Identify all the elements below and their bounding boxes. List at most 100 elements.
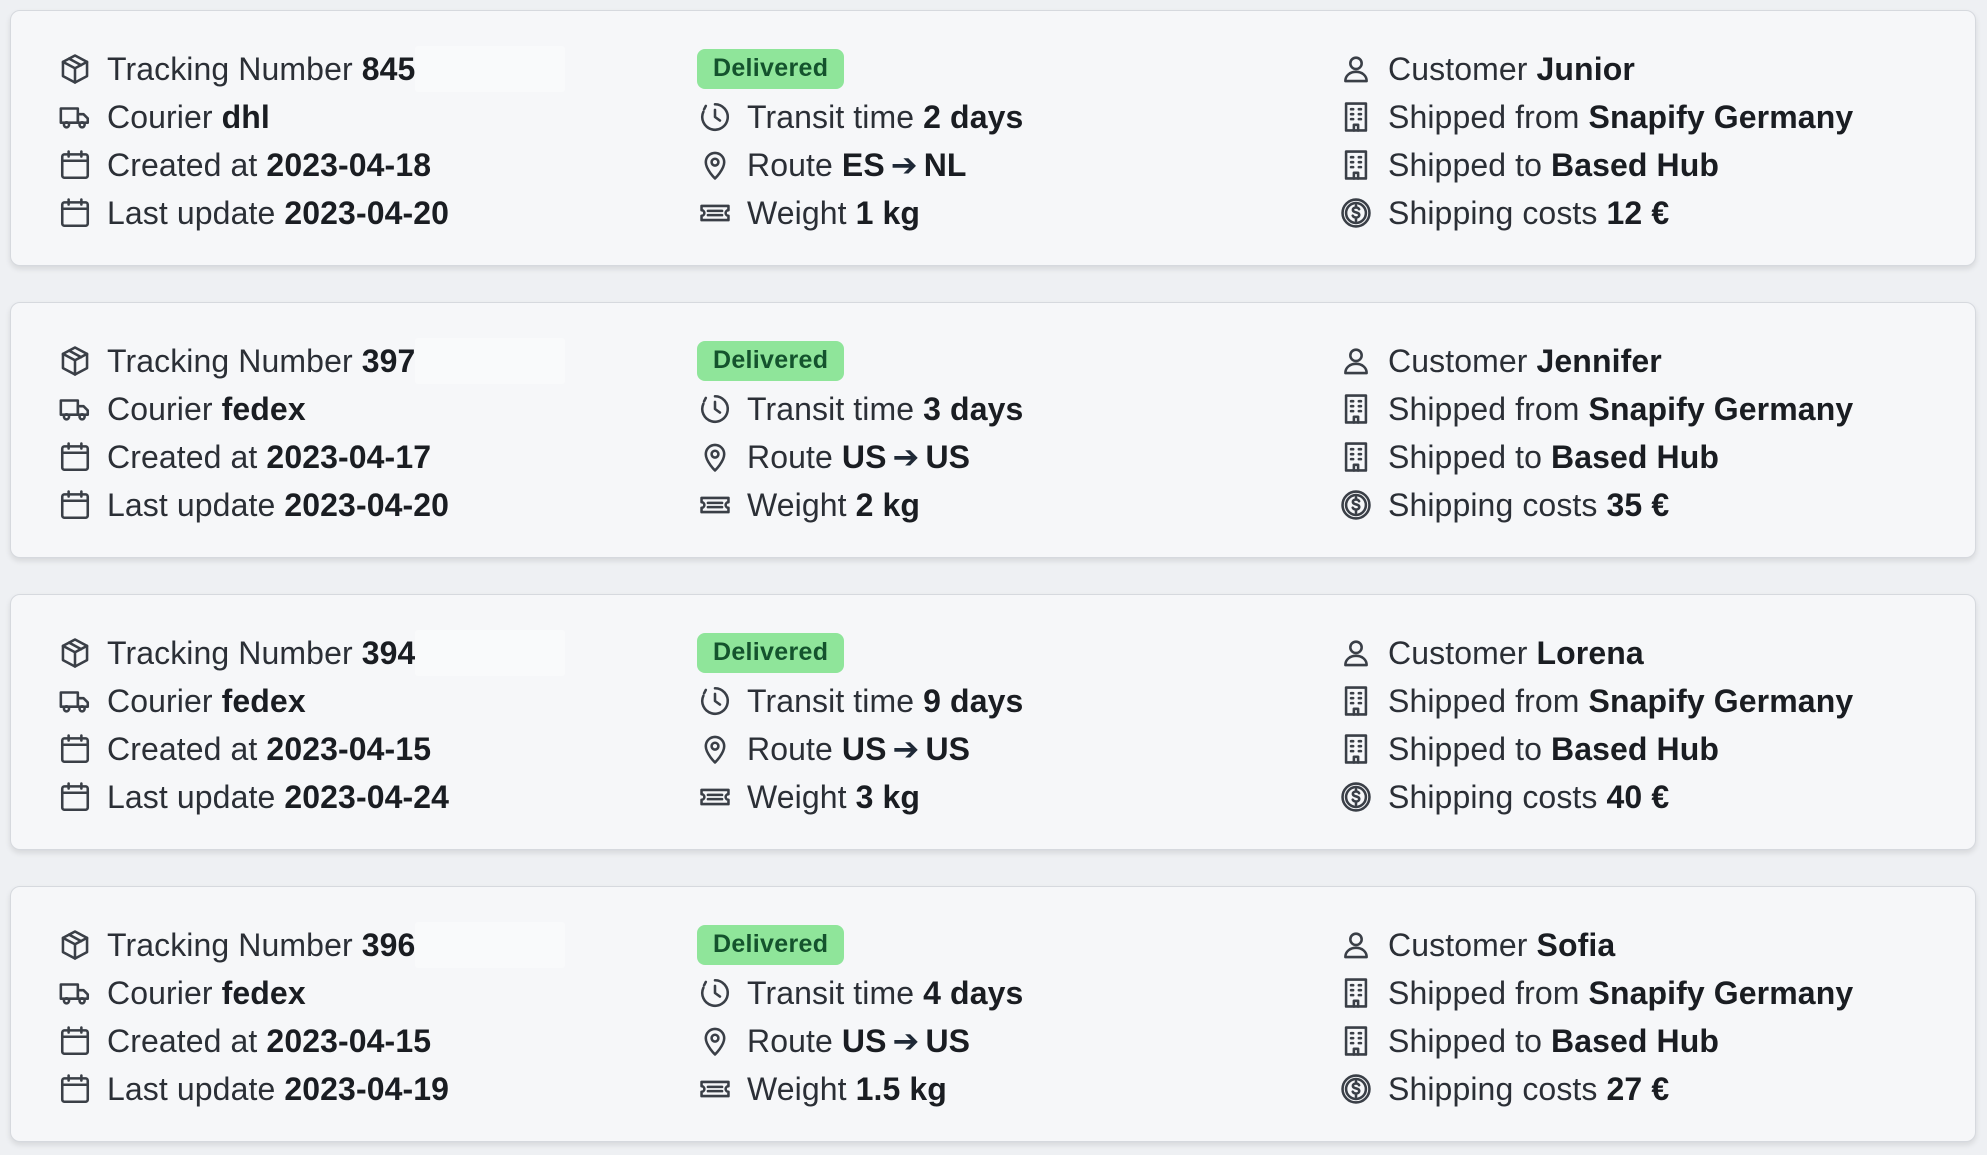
status-row: Delivered xyxy=(697,629,1023,677)
shipped-to-value: Based Hub xyxy=(1551,1022,1720,1059)
courier-value: fedex xyxy=(221,390,306,427)
weight-label: Weight xyxy=(747,486,847,523)
clock-icon xyxy=(697,99,733,135)
status-row: Delivered xyxy=(697,45,1023,93)
calendar-icon xyxy=(57,147,93,183)
last-update-row: Last update 2023-04-20 xyxy=(57,189,565,237)
truck-icon xyxy=(57,683,93,719)
calendar-icon xyxy=(57,1071,93,1107)
last-update-value: 2023-04-24 xyxy=(284,778,450,815)
courier-value: fedex xyxy=(221,682,306,719)
customer-value: Junior xyxy=(1536,50,1635,87)
tracking-number-label: Tracking Number xyxy=(107,634,353,671)
calendar-icon xyxy=(57,1023,93,1059)
tracking-number-row: Tracking Number 845 xyxy=(57,45,566,93)
courier-row: Courier fedex xyxy=(57,385,565,433)
route-row: Route US ➔ US xyxy=(697,1017,1023,1065)
shipment-details-column: Tracking Number 394 Courier fedex Create… xyxy=(57,629,566,821)
created-at-value: 2023-04-17 xyxy=(266,438,432,475)
created-at-value: 2023-04-15 xyxy=(266,730,432,767)
customer-row: Customer Lorena xyxy=(1338,629,1853,677)
route-destination: US xyxy=(925,1022,971,1059)
dollar-coin-icon xyxy=(1338,1071,1374,1107)
shipment-card[interactable]: Tracking Number 396 Courier fedex Create… xyxy=(10,886,1976,1142)
calendar-icon xyxy=(57,779,93,815)
courier-row: Courier dhl xyxy=(57,93,565,141)
calendar-icon xyxy=(57,731,93,767)
shipped-from-value: Snapify Germany xyxy=(1588,682,1854,719)
clock-icon xyxy=(697,975,733,1011)
shipping-costs-row: Shipping costs 12 € xyxy=(1338,189,1853,237)
redacted-area xyxy=(415,46,566,92)
building-icon xyxy=(1338,147,1374,183)
calendar-icon xyxy=(57,487,93,523)
clock-icon xyxy=(697,683,733,719)
truck-icon xyxy=(57,99,93,135)
building-icon xyxy=(1338,99,1374,135)
shipping-costs-label: Shipping costs xyxy=(1388,1070,1598,1107)
shipping-costs-value: 12 € xyxy=(1606,194,1670,231)
shipped-to-row: Shipped to Based Hub xyxy=(1338,725,1853,773)
last-update-row: Last update 2023-04-19 xyxy=(57,1065,565,1113)
building-icon xyxy=(1338,683,1374,719)
created-at-row: Created at 2023-04-15 xyxy=(57,725,565,773)
route-label: Route xyxy=(747,146,833,183)
last-update-label: Last update xyxy=(107,486,276,523)
route-row: Route ES ➔ NL xyxy=(697,141,1023,189)
customer-value: Lorena xyxy=(1536,634,1644,671)
created-at-row: Created at 2023-04-18 xyxy=(57,141,565,189)
status-badge: Delivered xyxy=(697,341,845,381)
weight-value: 1.5 kg xyxy=(855,1070,947,1107)
weight-label: Weight xyxy=(747,778,847,815)
courier-label: Courier xyxy=(107,682,213,719)
shipped-to-value: Based Hub xyxy=(1551,730,1720,767)
shipment-transit-column: Delivered Transit time 4 days Route US ➔… xyxy=(697,921,1023,1113)
transit-time-value: 2 days xyxy=(923,98,1024,135)
status-badge: Delivered xyxy=(697,49,845,89)
transit-time-row: Transit time 3 days xyxy=(697,385,1023,433)
created-at-value: 2023-04-18 xyxy=(266,146,432,183)
shipping-costs-value: 40 € xyxy=(1606,778,1670,815)
shipment-transit-column: Delivered Transit time 9 days Route US ➔… xyxy=(697,629,1023,821)
map-pin-icon xyxy=(697,147,733,183)
shipped-to-value: Based Hub xyxy=(1551,438,1720,475)
last-update-value: 2023-04-20 xyxy=(284,194,450,231)
shipment-card[interactable]: Tracking Number 845 Courier dhl Created … xyxy=(10,10,1976,266)
shipment-customer-column: Customer Jennifer Shipped from Snapify G… xyxy=(1338,337,1853,529)
route-label: Route xyxy=(747,1022,833,1059)
building-icon xyxy=(1338,391,1374,427)
tracking-number-label: Tracking Number xyxy=(107,926,353,963)
shipped-to-label: Shipped to xyxy=(1388,438,1543,475)
transit-time-value: 9 days xyxy=(923,682,1024,719)
customer-value: Sofia xyxy=(1536,926,1616,963)
shipped-from-row: Shipped from Snapify Germany xyxy=(1338,385,1853,433)
route-arrow-icon: ➔ xyxy=(892,1023,920,1059)
last-update-label: Last update xyxy=(107,1070,276,1107)
customer-row: Customer Junior xyxy=(1338,45,1853,93)
user-icon xyxy=(1338,51,1374,87)
customer-label: Customer xyxy=(1388,926,1528,963)
transit-time-label: Transit time xyxy=(747,98,915,135)
transit-time-value: 3 days xyxy=(923,390,1024,427)
status-row: Delivered xyxy=(697,921,1023,969)
status-badge: Delivered xyxy=(697,633,845,673)
shipping-costs-label: Shipping costs xyxy=(1388,778,1598,815)
transit-time-label: Transit time xyxy=(747,682,915,719)
shipment-card[interactable]: Tracking Number 394 Courier fedex Create… xyxy=(10,594,1976,850)
tracking-number-row: Tracking Number 396 xyxy=(57,921,566,969)
last-update-label: Last update xyxy=(107,194,276,231)
user-icon xyxy=(1338,927,1374,963)
transit-time-label: Transit time xyxy=(747,974,915,1011)
shipment-card[interactable]: Tracking Number 397 Courier fedex Create… xyxy=(10,302,1976,558)
redacted-area xyxy=(415,922,566,968)
truck-icon xyxy=(57,391,93,427)
customer-row: Customer Jennifer xyxy=(1338,337,1853,385)
courier-row: Courier fedex xyxy=(57,677,565,725)
route-origin: ES xyxy=(841,146,885,183)
last-update-value: 2023-04-19 xyxy=(284,1070,450,1107)
building-icon xyxy=(1338,1023,1374,1059)
courier-value: fedex xyxy=(221,974,306,1011)
shipped-from-label: Shipped from xyxy=(1388,390,1580,427)
building-icon xyxy=(1338,975,1374,1011)
shipping-costs-label: Shipping costs xyxy=(1388,486,1598,523)
